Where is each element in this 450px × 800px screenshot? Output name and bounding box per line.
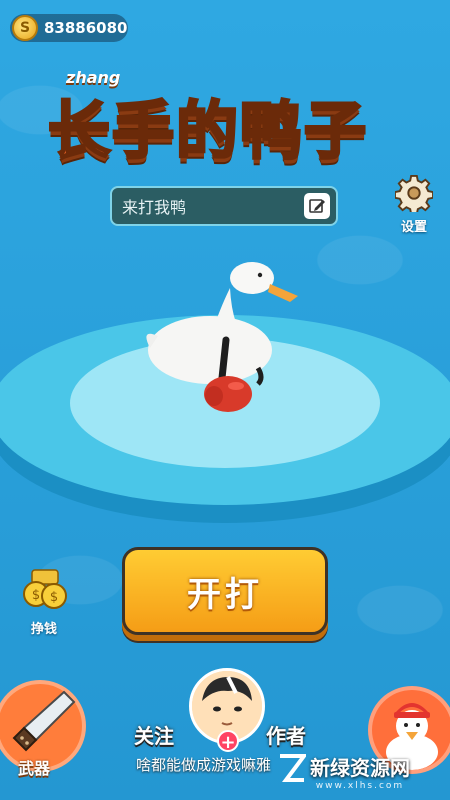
coins-icon: $ $ [23,569,67,609]
edit-icon[interactable] [304,193,330,219]
player-name-field[interactable]: 来打我鸭 [110,186,338,226]
watermark: 新绿资源网 www.xlhs.com [278,752,410,791]
watermark-url: www.xlhs.com [315,781,405,791]
watermark-title: 新绿资源网 [310,756,410,780]
watermark-logo-icon [280,754,306,782]
svg-text:$: $ [50,590,58,605]
title-text: 长手的鸭子 [46,93,369,169]
knife-icon [12,690,76,752]
game-title: zhang 长手的鸭子 [46,62,408,172]
player-name-text: 来打我鸭 [122,198,187,217]
start-fight-button[interactable]: 开打 [122,547,328,635]
coin-counter: S 83886080 [10,14,128,42]
weapon-label: 武器 [18,759,51,778]
settings-button[interactable]: 设置 [392,174,436,235]
coin-value: 83886080 [44,19,128,37]
follow-label: 关注 [134,724,174,748]
svg-text:$: $ [32,588,40,603]
gear-icon [394,174,434,215]
duck-character [146,262,298,412]
coin-icon: S [12,15,38,41]
settings-label: 设置 [400,220,427,235]
start-fight-label: 开打 [187,574,263,615]
author-label: 作者 [266,724,306,748]
plus-icon[interactable]: + [217,730,239,753]
earn-money-button[interactable]: $ $ 挣钱 [16,566,72,637]
earn-money-label: 挣钱 [30,622,57,637]
follow-subtitle: 啥都能做成游戏嘛雅 [136,756,272,774]
